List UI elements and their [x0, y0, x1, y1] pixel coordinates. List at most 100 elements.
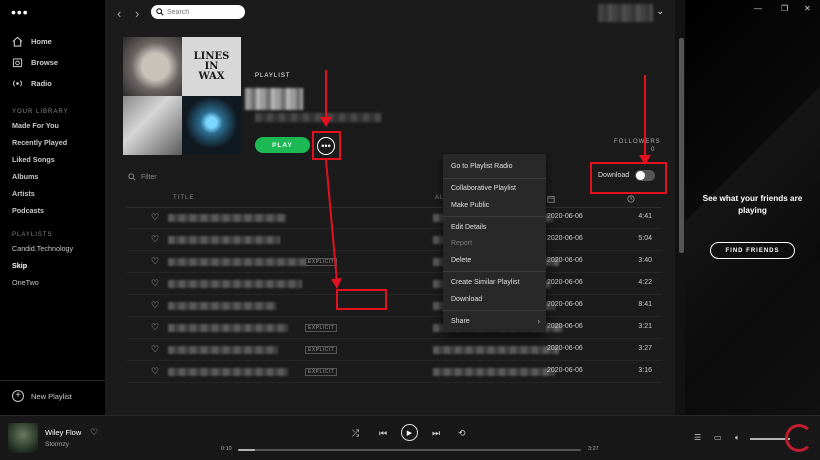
devices-icon[interactable]: ▭ [714, 433, 722, 442]
table-row[interactable]: ♡ EXPLICIT 2020-06-06 3:21 [127, 317, 662, 339]
cover-tile [123, 96, 182, 155]
queue-icon[interactable]: ☰ [694, 433, 701, 442]
sidebar-item-label: Home [31, 37, 52, 46]
now-playing-artist[interactable]: Stormzy [45, 441, 69, 448]
clock-icon[interactable] [627, 195, 635, 205]
explicit-badge: EXPLICIT [305, 368, 338, 376]
maximize-icon[interactable]: ❐ [781, 4, 788, 13]
track-duration: 3:21 [638, 323, 652, 330]
table-row[interactable]: ♡ 2020-06-06 4:41 [127, 207, 662, 229]
volume-slider[interactable] [750, 438, 790, 440]
playlist-type-label: PLAYLIST [255, 73, 291, 79]
calendar-icon[interactable] [547, 195, 555, 205]
back-button[interactable]: ‹ [117, 6, 121, 21]
track-album-blurred[interactable] [433, 346, 559, 354]
sidebar-item-podcasts[interactable]: Podcasts [12, 206, 44, 215]
menu-dots-icon[interactable]: ••• [11, 5, 29, 19]
sidebar-item-playlist-active[interactable]: Skip [12, 261, 27, 270]
now-playing-art[interactable] [8, 423, 38, 453]
search-input[interactable] [167, 8, 237, 16]
total-time: 3:27 [588, 446, 599, 452]
column-title[interactable]: TITLE [173, 195, 194, 201]
shuffle-icon[interactable]: ⤮ [352, 428, 359, 439]
download-switch[interactable] [635, 170, 656, 181]
find-friends-button[interactable]: FIND FRIENDS [710, 242, 795, 259]
more-options-button[interactable]: ••• [317, 137, 335, 155]
play-pause-button[interactable]: ▶ [401, 424, 418, 441]
new-playlist-button[interactable]: + New Playlist [12, 390, 72, 402]
search-icon [128, 173, 136, 181]
menu-separator [443, 310, 546, 311]
playlists-heading: PLAYLISTS [12, 232, 53, 238]
play-button[interactable]: PLAY [255, 137, 310, 153]
cover-tile-text: LINES IN WAX [193, 50, 230, 82]
track-title-blurred[interactable] [168, 346, 278, 354]
sidebar-item-playlist[interactable]: Candid.Technology [12, 244, 73, 253]
volume-icon[interactable]: 🔈︎ [735, 433, 740, 443]
menu-item-create-similar[interactable]: Create Similar Playlist [451, 279, 519, 286]
sidebar-item-liked-songs[interactable]: Liked Songs [12, 155, 55, 164]
repeat-icon[interactable]: ⟲ [458, 428, 466, 439]
menu-item-download[interactable]: Download [451, 296, 482, 303]
track-title-blurred[interactable] [168, 214, 286, 222]
heart-icon[interactable]: ♡ [151, 212, 159, 223]
chevron-right-icon: › [537, 317, 540, 326]
filter-box[interactable]: Filter [128, 173, 157, 181]
next-icon[interactable]: ⏭ [432, 428, 440, 439]
heart-icon[interactable]: ♡ [151, 300, 159, 311]
download-toggle[interactable]: Download [598, 170, 656, 181]
track-title-blurred[interactable] [168, 280, 302, 288]
table-row[interactable]: ♡ EXPLICIT 2020-06-06 3:40 [127, 251, 662, 273]
user-profile-blurred[interactable] [598, 4, 653, 22]
progress-bar[interactable] [238, 449, 581, 451]
menu-item-edit-details[interactable]: Edit Details [451, 224, 486, 231]
track-title-blurred[interactable] [168, 258, 306, 266]
explicit-badge: EXPLICIT [305, 258, 338, 266]
cover-tile [123, 37, 182, 96]
menu-item-delete[interactable]: Delete [451, 257, 471, 264]
menu-item-collaborative[interactable]: Collaborative Playlist [451, 185, 516, 192]
sidebar-item-playlist[interactable]: OneTwo [12, 278, 39, 287]
table-row[interactable]: ♡ 2020-06-06 5:04 [127, 229, 662, 251]
track-title-blurred[interactable] [168, 302, 276, 310]
menu-item-playlist-radio[interactable]: Go to Playlist Radio [451, 163, 512, 170]
sidebar-item-recently-played[interactable]: Recently Played [12, 138, 67, 147]
heart-icon[interactable]: ♡ [151, 344, 159, 355]
menu-item-share[interactable]: Share [451, 318, 470, 325]
scrollbar-thumb[interactable] [679, 38, 684, 253]
search-box[interactable] [151, 5, 245, 19]
track-duration: 3:27 [638, 345, 652, 352]
table-row[interactable]: ♡ EXPLICIT 2020-06-06 3:27 [127, 339, 662, 361]
table-row[interactable]: ♡ EXPLICIT 2020-06-06 3:16 [127, 361, 662, 383]
track-duration: 4:22 [638, 279, 652, 286]
minimize-icon[interactable]: — [754, 4, 762, 13]
table-row[interactable]: ♡ 2020-06-06 8:41 [127, 295, 662, 317]
track-title-blurred[interactable] [168, 324, 288, 332]
close-icon[interactable]: ✕ [804, 4, 811, 13]
menu-item-report: Report [451, 240, 473, 247]
track-title-blurred[interactable] [168, 368, 288, 376]
heart-icon[interactable]: ♡ [151, 256, 159, 267]
sidebar-item-browse[interactable]: Browse [12, 57, 58, 68]
sidebar-divider [0, 380, 105, 381]
playlist-cover: LINES IN WAX [123, 37, 241, 155]
previous-icon[interactable]: ⏮ [379, 428, 387, 439]
heart-icon[interactable]: ♡ [151, 278, 159, 289]
sidebar-item-home[interactable]: Home [12, 36, 52, 47]
table-row[interactable]: ♡ 2020-06-06 4:22 [127, 273, 662, 295]
heart-icon[interactable]: ♡ [90, 427, 98, 438]
sidebar-item-albums[interactable]: Albums [12, 172, 38, 181]
sidebar-item-radio[interactable]: Radio [12, 78, 52, 89]
forward-button[interactable]: › [135, 6, 139, 21]
menu-item-make-public[interactable]: Make Public [451, 202, 489, 209]
heart-icon[interactable]: ♡ [151, 234, 159, 245]
track-title-blurred[interactable] [168, 236, 280, 244]
sidebar-item-artists[interactable]: Artists [12, 189, 35, 198]
heart-icon[interactable]: ♡ [151, 322, 159, 333]
sidebar-item-made-for-you[interactable]: Made For You [12, 121, 59, 130]
now-playing-title[interactable]: Wiley Flow [45, 428, 81, 437]
filter-input[interactable]: Filter [141, 174, 157, 181]
chevron-down-icon[interactable]: ⌄ [656, 6, 664, 17]
heart-icon[interactable]: ♡ [151, 366, 159, 377]
track-album-blurred[interactable] [433, 368, 555, 376]
